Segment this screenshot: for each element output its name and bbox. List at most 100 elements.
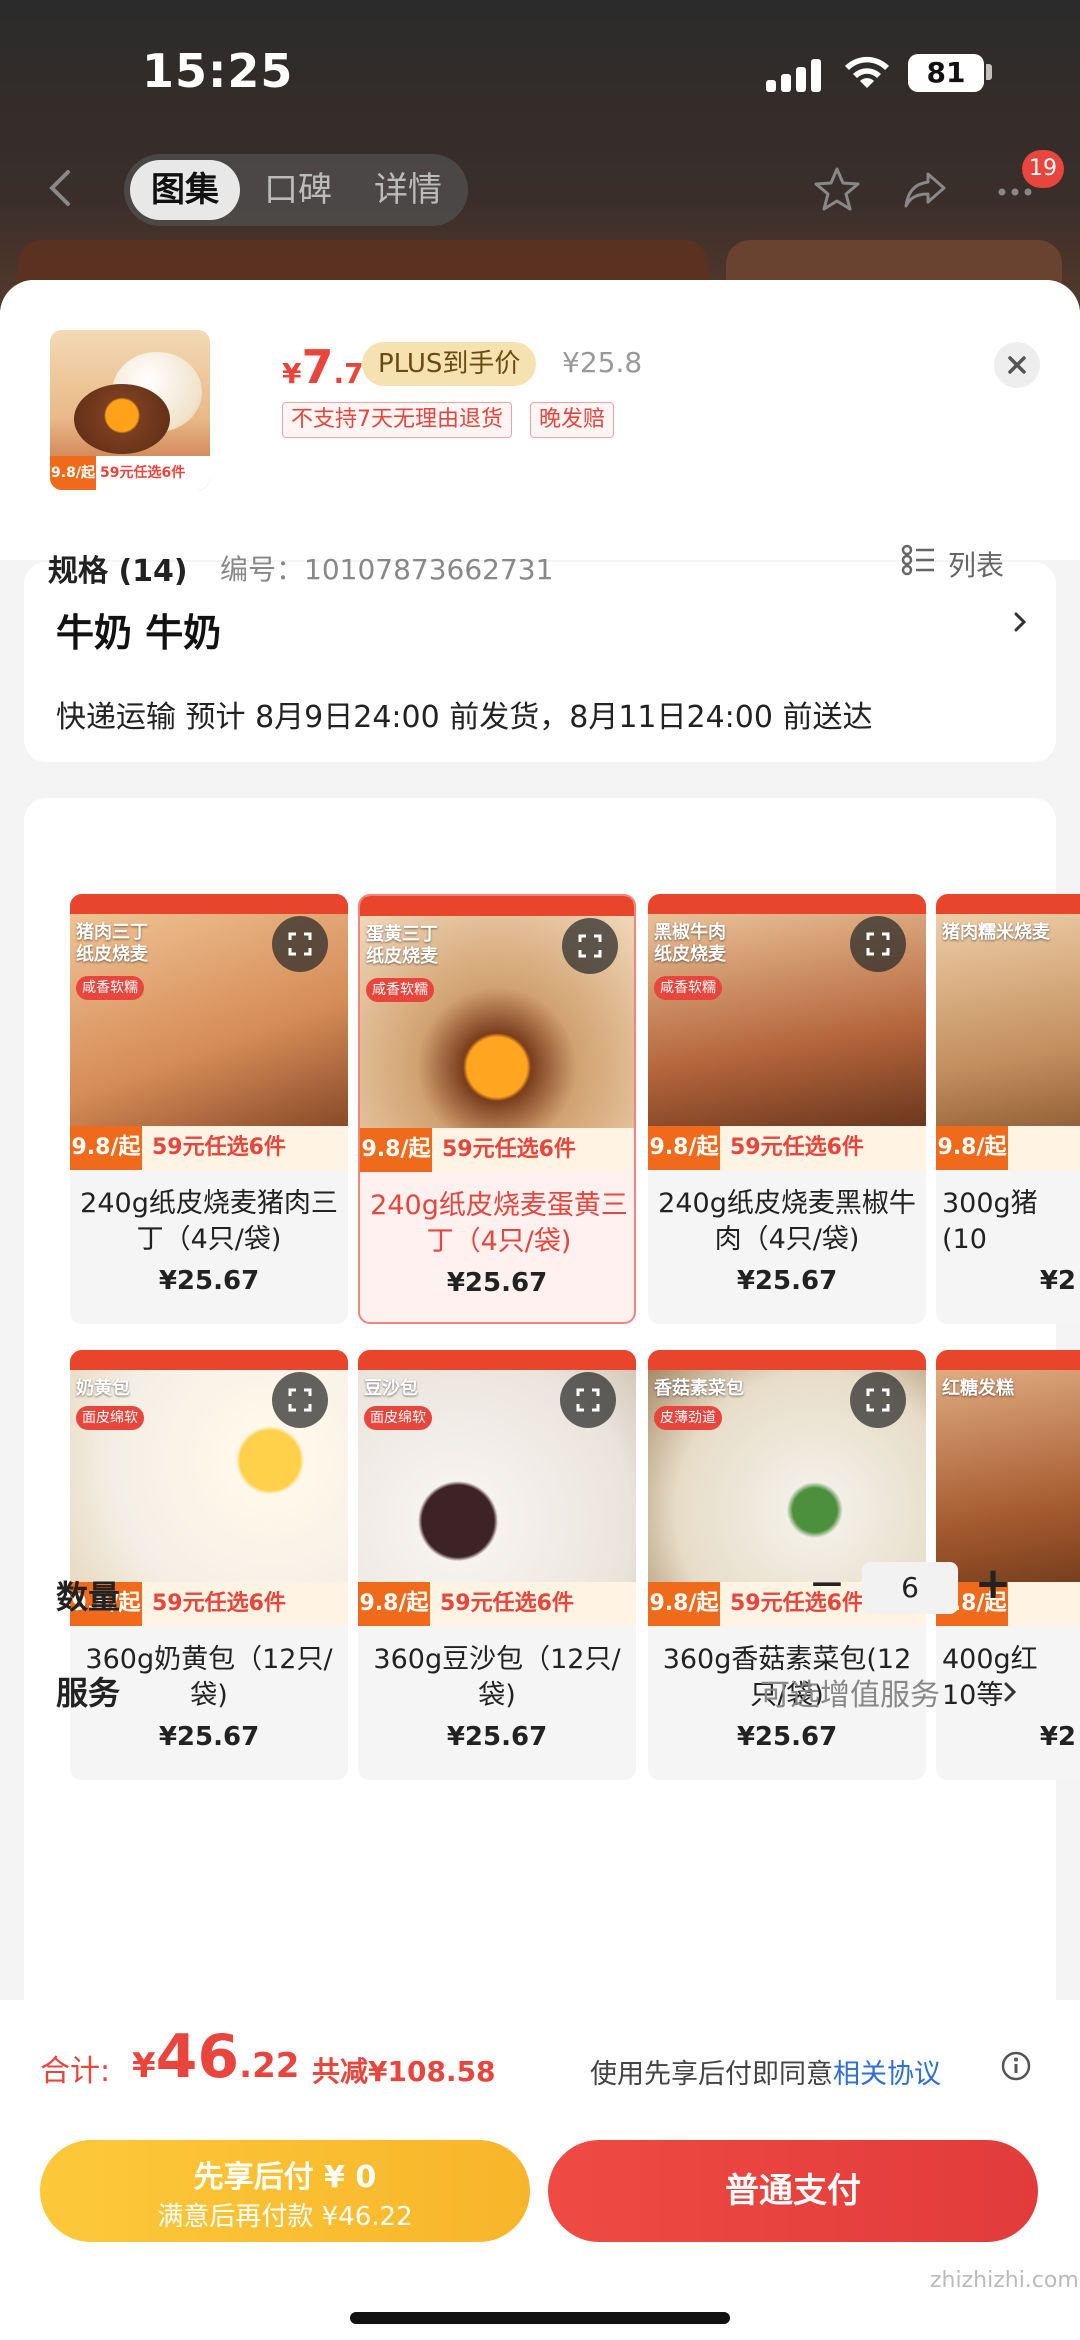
quantity-label: 数量	[56, 1578, 121, 1616]
battery-tip	[986, 64, 992, 80]
no-return-tag: 不支持7天无理由退货	[282, 402, 512, 438]
chevron-right-icon	[1014, 612, 1027, 632]
total-decimal: .22	[239, 2046, 300, 2086]
original-price: ¥25.8	[562, 346, 643, 379]
plus-price-tag: PLUS到手价	[362, 342, 537, 386]
sku-option-4-partial[interactable]: 猪肉糯米烧麦 9.8/起 300g猪 (10 ¥2	[936, 894, 1080, 1324]
recipient-name: 牛奶 牛奶	[56, 611, 222, 655]
agreement-prefix: 使用先享后付即同意	[590, 2059, 833, 2090]
service-selector[interactable]: 可选增值服务	[760, 1670, 940, 1714]
sku-image: 蛋黄三丁 纸皮烧麦 咸香软糯 9.8/起 59元任选6件	[360, 896, 634, 1172]
sku-price: ¥2	[1039, 1722, 1076, 1752]
expand-icon[interactable]	[850, 916, 906, 972]
price-decimal: .7	[333, 357, 364, 390]
thumb-promo-offer: 59元任选6件	[100, 465, 186, 481]
sku-promo-price: 9.8/起	[648, 1126, 720, 1170]
sku-promo-offer: 59元任选6件	[152, 1591, 286, 1616]
close-icon[interactable]	[994, 342, 1040, 388]
sku-promo-price: 9.8/起	[358, 1582, 430, 1626]
sku-option-3[interactable]: 黑椒牛肉 纸皮烧麦 咸香软糯 9.8/起 59元任选6件 240g纸皮烧麦黑椒牛…	[648, 894, 926, 1324]
info-icon[interactable]	[1000, 2050, 1032, 2082]
sku-promo-bar: 9.8/起 59元任选6件	[358, 1582, 636, 1626]
total-integer: 46	[155, 2022, 240, 2092]
regular-pay-button[interactable]: 普通支付	[548, 2140, 1038, 2242]
product-header: 9.8/起 59元任选6件 ¥7.7 PLUS到手价 ¥25.8 不支持7天无理…	[0, 280, 1080, 560]
sku-promo-offer: 59元任选6件	[152, 1135, 286, 1160]
sku-option-1[interactable]: 猪肉三丁 纸皮烧麦 咸香软糯 9.8/起 59元任选6件 240g纸皮烧麦猪肉三…	[70, 894, 348, 1324]
late-compensation-tag: 晚发赔	[530, 402, 615, 438]
quantity-increment-button[interactable]: +	[972, 1562, 1014, 1610]
pay-later-subtext: 满意后再付款 ¥46.22	[157, 2202, 413, 2232]
star-icon[interactable]	[812, 164, 862, 214]
sku-overlay-text: 蛋黄三丁 纸皮烧麦	[366, 924, 438, 967]
sku-option-6[interactable]: 豆沙包 面皮绵软 9.8/起 59元任选6件 360g豆沙包（12只/袋) ¥2…	[358, 1350, 636, 1780]
agreement-link[interactable]: 相关协议	[833, 2059, 941, 2090]
sku-option-5[interactable]: 奶黄包 面皮绵软 9.8/起 59元任选6件 360g奶黄包（12只/袋) ¥2…	[70, 1350, 348, 1780]
expand-icon[interactable]	[272, 1372, 328, 1428]
sku-image: 猪肉糯米烧麦 9.8/起	[936, 894, 1080, 1170]
quantity-input[interactable]: 6	[862, 1562, 958, 1614]
sku-overlay-text: 红糖发糕	[942, 1378, 1014, 1399]
sku-image: 猪肉三丁 纸皮烧麦 咸香软糯 9.8/起 59元任选6件	[70, 894, 348, 1170]
total-symbol: ¥	[132, 2046, 156, 2086]
checkout-footer: 合计: ¥46.22 共减¥108.58 使用先享后付即同意相关协议 先享后付 …	[0, 2000, 1080, 2340]
sku-name: 240g纸皮烧麦黑椒牛肉（4只/袋)	[658, 1188, 916, 1255]
home-indicator[interactable]	[350, 2312, 730, 2324]
message-badge: 19	[1022, 150, 1064, 188]
sku-overlay-text: 猪肉三丁 纸皮烧麦	[76, 922, 148, 965]
expand-icon[interactable]	[850, 1372, 906, 1428]
total-amount: ¥46.22	[132, 2022, 299, 2092]
sku-price: ¥25.67	[158, 1722, 260, 1752]
sku-price: ¥25.67	[736, 1266, 838, 1296]
sku-promo-offer: 59元任选6件	[440, 1591, 574, 1616]
expand-icon[interactable]	[272, 916, 328, 972]
address-card[interactable]: 牛奶 牛奶 快递运输 预计 8月9日24:00 前发货，8月11日24:00 前…	[24, 562, 1056, 762]
top-nav: 图集 口碑 详情	[0, 150, 1080, 230]
sku-price: ¥25.67	[158, 1266, 260, 1296]
back-arrow-icon[interactable]	[40, 166, 84, 210]
sku-promo-bar: 9.8/起 59元任选6件	[360, 1128, 634, 1172]
sku-promo-price: 9.8/起	[648, 1582, 720, 1626]
tab-details[interactable]: 详情	[356, 154, 460, 226]
sku-image: 豆沙包 面皮绵软 9.8/起 59元任选6件	[358, 1350, 636, 1626]
sku-overlay-text: 猪肉糯米烧麦	[942, 922, 1050, 943]
sku-name: 240g纸皮烧麦蛋黄三丁（4只/袋)	[370, 1190, 628, 1257]
sku-price: ¥25.67	[446, 1722, 548, 1752]
tab-gallery[interactable]: 图集	[130, 160, 240, 220]
service-chevron-right-icon	[1004, 1682, 1017, 1702]
battery-indicator: 81	[908, 54, 984, 92]
sku-price: ¥2	[1039, 1266, 1076, 1296]
status-bar: 15:25 81	[0, 0, 1080, 140]
product-code: 编号：10107873662731	[220, 553, 554, 586]
share-icon[interactable]	[900, 164, 950, 214]
service-label: 服务	[56, 1674, 121, 1712]
watermark-text: zhizhizhi.com	[930, 2268, 1079, 2293]
list-view-toggle[interactable]: 列表	[900, 542, 1004, 582]
sku-promo-offer: 59元任选6件	[442, 1137, 576, 1162]
sku-overlay-text: 豆沙包	[364, 1378, 418, 1399]
total-discount: 共减¥108.58	[312, 2055, 496, 2088]
pay-later-label: 先享后付 ¥ 0	[193, 2160, 377, 2195]
list-icon	[901, 544, 934, 576]
quantity-decrement-button[interactable]: −	[806, 1562, 848, 1610]
pay-later-button[interactable]: 先享后付 ¥ 0 满意后再付款 ¥46.22	[40, 2140, 530, 2242]
sku-promo-price: 9.8/起	[360, 1128, 432, 1172]
sku-promo-bar: 9.8/起 59元任选6件	[70, 1126, 348, 1170]
expand-icon[interactable]	[562, 918, 618, 974]
plus-price: ¥7.7	[282, 340, 364, 394]
thumb-shaomai-image	[74, 384, 170, 454]
expand-icon[interactable]	[560, 1372, 616, 1428]
product-thumbnail: 9.8/起 59元任选6件	[50, 330, 210, 490]
sku-price: ¥25.67	[446, 1268, 548, 1298]
sku-promo-price: 9.8/起	[70, 1126, 142, 1170]
sku-option-2-selected[interactable]: 蛋黄三丁 纸皮烧麦 咸香软糯 9.8/起 59元任选6件 240g纸皮烧麦蛋黄三…	[358, 894, 636, 1324]
sku-name: 240g纸皮烧麦猪肉三丁（4只/袋)	[80, 1188, 338, 1255]
price-integer: 7	[301, 340, 334, 394]
sku-image: 黑椒牛肉 纸皮烧麦 咸香软糯 9.8/起 59元任选6件	[648, 894, 926, 1170]
sku-promo-offer: 59元任选6件	[730, 1135, 864, 1160]
spec-title: 规格 (14)	[48, 554, 188, 589]
delivery-estimate: 快递运输 预计 8月9日24:00 前发货，8月11日24:00 前送达	[56, 700, 873, 735]
cellular-signal-icon	[766, 58, 822, 92]
sku-overlay-text: 奶黄包	[76, 1378, 130, 1399]
tab-reviews[interactable]: 口碑	[246, 154, 350, 226]
